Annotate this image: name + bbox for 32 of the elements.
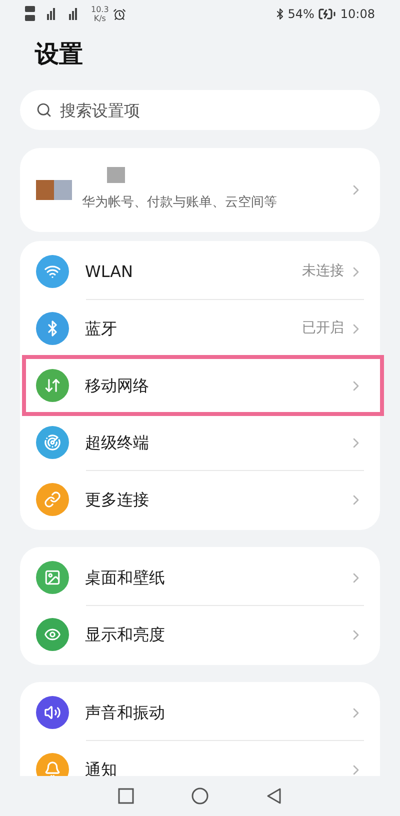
item-value: 已开启 [302, 319, 344, 338]
account-card[interactable]: 华为帐号、付款与账单、云空间等 [20, 148, 380, 232]
settings-item[interactable]: WLAN 未连接 [20, 243, 380, 300]
item-label: 超级终端 [85, 432, 150, 454]
alarm-icon [112, 8, 126, 20]
settings-item[interactable]: 移动网络 [20, 357, 380, 414]
settings-item[interactable]: 显示和亮度 [20, 606, 380, 663]
item-label: 更多连接 [85, 488, 150, 510]
settings-item[interactable]: 声音和振动 [20, 684, 380, 741]
account-subtitle: 华为帐号、付款与账单、云空间等 [82, 194, 278, 212]
item-label: 桌面和壁纸 [85, 566, 166, 588]
settings-item[interactable]: 蓝牙 已开启 [20, 300, 380, 357]
back-icon[interactable] [266, 788, 282, 804]
item-label: WLAN [85, 260, 134, 282]
search-field[interactable]: 搜索设置项 [20, 90, 380, 130]
settings-item[interactable]: 超级终端 [20, 414, 380, 471]
settings-item[interactable]: 桌面和壁纸 [20, 549, 380, 606]
clock: 10:08 [340, 6, 375, 23]
home-icon[interactable] [190, 787, 209, 805]
item-label: 移动网络 [85, 374, 150, 396]
item-value: 未连接 [302, 262, 344, 281]
settings-item[interactable]: 更多连接 [20, 471, 380, 528]
item-label: 显示和亮度 [85, 624, 166, 646]
item-label: 声音和振动 [85, 702, 166, 724]
network-speed: 10.3 [91, 5, 109, 14]
speed-unit: K/s [94, 14, 106, 23]
page-title: 设置 [35, 39, 83, 70]
item-label: 蓝牙 [85, 318, 118, 340]
recent-apps-icon[interactable] [118, 788, 134, 804]
redaction-block [107, 167, 125, 184]
search-icon [36, 102, 52, 118]
battery-percent: 54% [288, 6, 314, 23]
